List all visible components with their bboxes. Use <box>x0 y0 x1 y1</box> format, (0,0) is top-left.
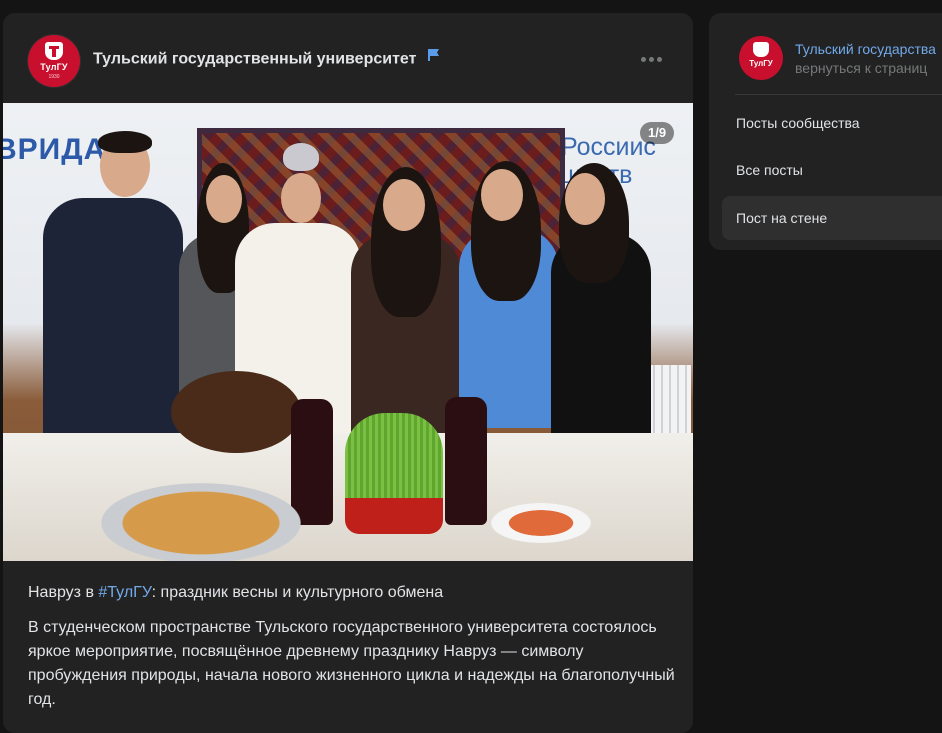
photo-red-bowl <box>345 498 443 534</box>
avatar-year: 1930 <box>48 74 60 80</box>
post-title: Навруз в #ТулГУ: праздник весны и культу… <box>28 581 678 605</box>
photo-person-head <box>481 169 523 221</box>
photo-instrument <box>171 371 301 453</box>
photo-person-head <box>281 173 321 223</box>
sidebar-back-link[interactable]: вернуться к страниц <box>795 60 927 76</box>
post-photo[interactable]: ВРИДА Россиис ществ ние 1/9 <box>3 103 693 561</box>
photo-bottle <box>291 399 333 525</box>
community-name-link[interactable]: Тульский государственный университет <box>93 48 441 69</box>
community-avatar[interactable]: ТулГУ 1930 <box>28 35 80 87</box>
university-logo-icon <box>753 42 769 57</box>
sidebar-divider <box>735 94 942 95</box>
photo-person-head <box>383 179 425 231</box>
photo-person-hair <box>283 143 319 171</box>
post-title-suffix: : праздник весны и культурного обмена <box>151 584 444 601</box>
photo-person-head <box>565 173 605 225</box>
photo-person-head <box>206 175 242 223</box>
university-logo-icon <box>45 42 63 60</box>
avatar-text: ТулГУ <box>40 62 68 72</box>
post-title-prefix: Навруз в <box>28 584 99 601</box>
more-options-icon[interactable] <box>641 57 663 63</box>
photo-sweets-tray <box>101 483 301 561</box>
flag-icon <box>427 48 441 67</box>
photo-wheatgrass <box>345 413 443 503</box>
post-header: ТулГУ 1930 Тульский государственный унив… <box>3 13 693 103</box>
sidebar-community-avatar[interactable]: ТулГУ <box>739 36 783 80</box>
sidebar-avatar-text: ТулГУ <box>749 59 773 68</box>
post-card: ТулГУ 1930 Тульский государственный унив… <box>3 13 693 733</box>
sidebar-card: ТулГУ Тульский государства вернуться к с… <box>709 13 942 250</box>
sidebar-community-name-link[interactable]: Тульский государства <box>795 41 936 57</box>
sidebar-item-all-posts[interactable]: Все посты <box>722 148 942 192</box>
post-text: Навруз в #ТулГУ: праздник весны и культу… <box>28 581 678 712</box>
photo-person <box>43 198 183 448</box>
photo-counter-badge: 1/9 <box>640 122 675 144</box>
photo-person-hair <box>98 131 152 153</box>
hashtag-link[interactable]: #ТулГУ <box>98 584 151 601</box>
community-name-text: Тульский государственный университет <box>93 50 417 68</box>
photo-fruit-plate <box>491 503 591 543</box>
sidebar-item-wall-post[interactable]: Пост на стене <box>722 196 942 240</box>
post-body: В студенческом пространстве Тульского го… <box>28 619 675 708</box>
sidebar-item-community-posts[interactable]: Посты сообщества <box>722 101 942 145</box>
photo-backdrop-text-left: ВРИДА <box>3 133 107 166</box>
photo-bottle <box>445 397 487 525</box>
